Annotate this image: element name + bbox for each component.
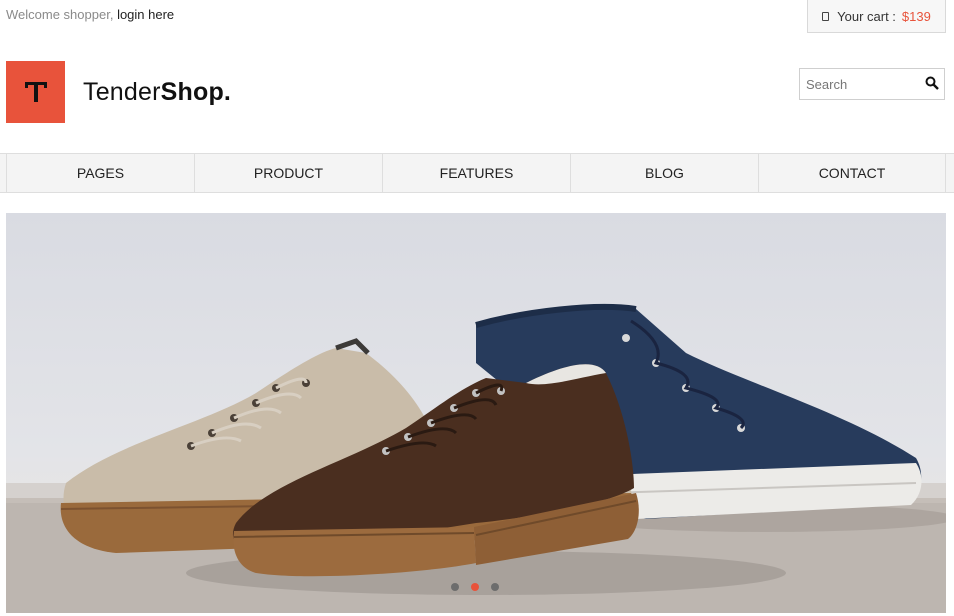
slider-dot-active[interactable] xyxy=(471,583,479,591)
main-nav: PAGES PRODUCT FEATURES BLOG CONTACT xyxy=(0,153,954,193)
nav-item-contact[interactable]: CONTACT xyxy=(758,154,946,192)
logo[interactable] xyxy=(6,61,65,123)
search-icon[interactable] xyxy=(925,76,939,90)
search-box xyxy=(799,68,945,100)
nav-item-pages[interactable]: PAGES xyxy=(6,154,194,192)
logo-t-icon xyxy=(25,82,47,102)
welcome-text: Welcome shopper, xyxy=(6,7,114,22)
cart-button[interactable]: Your cart : $139 xyxy=(807,0,946,33)
slider-dots xyxy=(451,583,499,591)
brand-name-bold: Shop. xyxy=(160,78,232,106)
cart-icon xyxy=(822,11,830,21)
slider-dot[interactable] xyxy=(491,583,499,591)
nav-item-blog[interactable]: BLOG xyxy=(570,154,758,192)
search-input[interactable] xyxy=(804,76,914,93)
login-link[interactable]: login here xyxy=(117,7,174,22)
slider-dot[interactable] xyxy=(451,583,459,591)
hero-image xyxy=(6,303,946,613)
cart-label: Your cart : xyxy=(837,8,896,24)
nav-item-features[interactable]: FEATURES xyxy=(382,154,570,192)
brand-name[interactable]: TenderShop. xyxy=(83,78,231,107)
welcome-message: Welcome shopper, login here xyxy=(6,7,174,22)
brand-name-regular: Tender xyxy=(83,78,161,106)
cart-total: $139 xyxy=(901,8,931,24)
nav-item-product[interactable]: PRODUCT xyxy=(194,154,382,192)
hero-slider[interactable] xyxy=(6,213,946,613)
